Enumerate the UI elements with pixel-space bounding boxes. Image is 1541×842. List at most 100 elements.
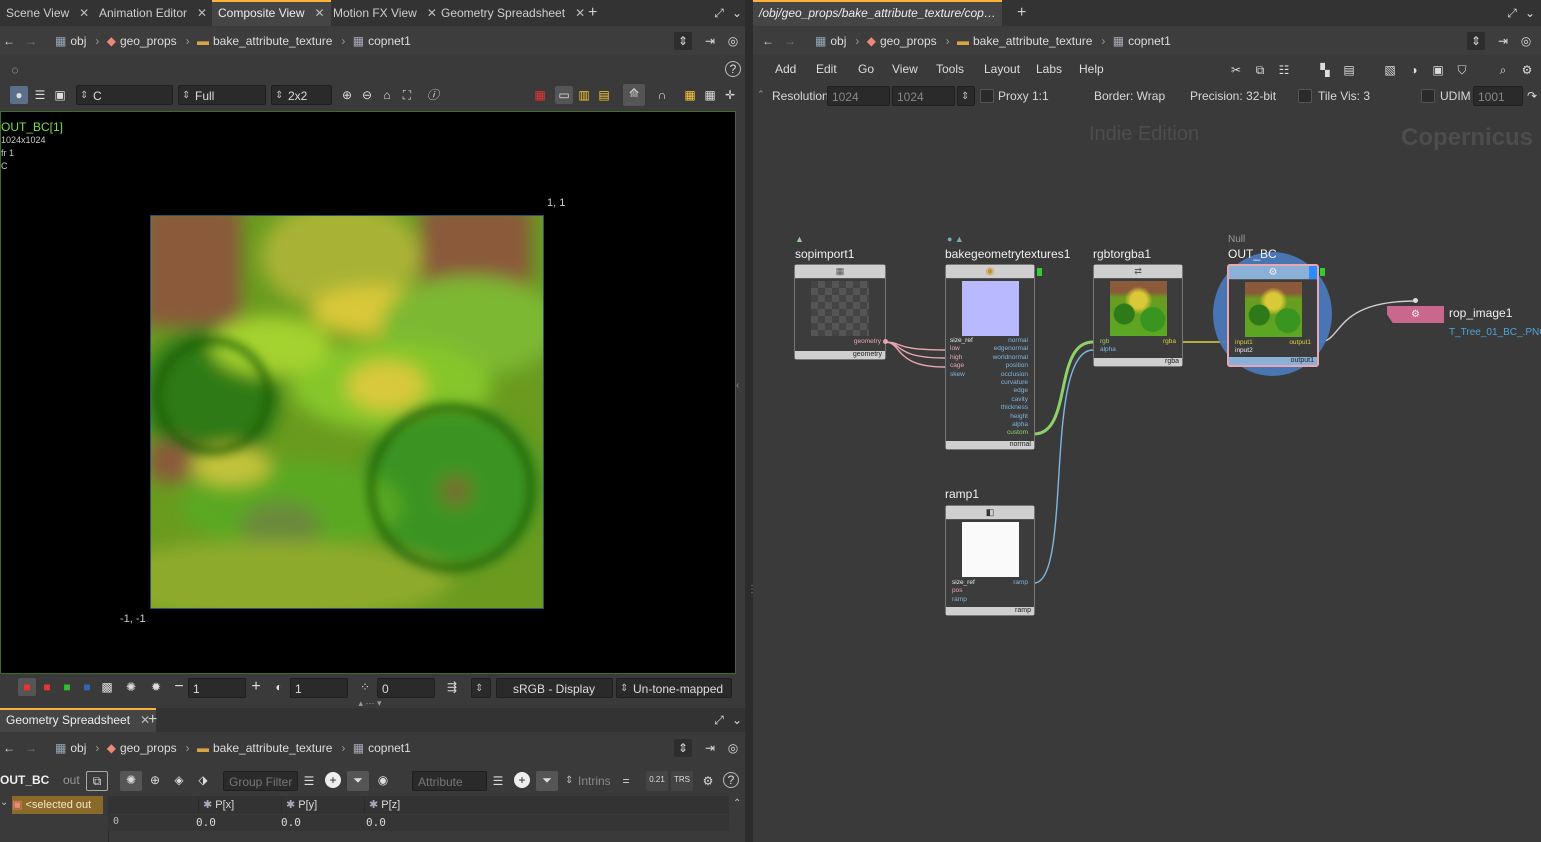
back-icon[interactable]: ← [759,32,777,50]
paint-icon[interactable]: ⛉ [1453,61,1471,79]
breadcrumb-bake[interactable]: bake_attribute_texture [973,34,1092,48]
green-channel-icon[interactable]: ■ [58,678,76,696]
brightness-icon[interactable]: ✹ [147,678,165,696]
options-icon[interactable]: ☰ [31,86,49,104]
tonemap-select[interactable]: ⇕ Un-tone-mapped [616,678,732,698]
menu-tools[interactable]: Tools [936,62,964,76]
menu-go[interactable]: Go [858,62,874,76]
close-icon[interactable]: ✕ [79,6,89,20]
breadcrumb-geo[interactable]: geo_props [120,34,177,48]
red-channel-icon[interactable]: ■ [38,678,56,696]
breadcrumb-bake[interactable]: bake_attribute_texture [213,34,332,48]
lut-icon[interactable]: ⇶ [443,678,461,696]
pin-icon[interactable]: ⇥ [701,32,719,50]
colorspace-select[interactable]: sRGB - Display [496,678,613,698]
column-header-py[interactable]: ✱ P[y] [281,797,361,813]
grid-guide-icon[interactable]: ▦ [681,86,699,104]
snapshot-icon[interactable]: ⟰ [623,84,645,106]
help-icon[interactable]: ? [723,772,739,788]
column-header-pz[interactable]: ✱ P[z] [364,797,444,813]
back-icon[interactable]: ← [0,32,18,50]
attribute-list-icon[interactable]: ☰ [489,772,507,790]
resolution-menu[interactable]: ⇕ [957,86,975,106]
menu-view[interactable]: View [892,62,918,76]
exposure-field[interactable]: 1 [188,678,246,698]
close-icon[interactable]: ✕ [314,6,324,20]
tilevis-checkbox[interactable] [1298,89,1312,103]
node-bakegeometrytextures1[interactable]: ◉ size_ref low high cage skew normal edg… [945,264,1035,450]
tab-scene-view[interactable]: Scene View ✕ [0,0,95,26]
link-icon[interactable]: ◎ [724,32,742,50]
zoom-out-icon[interactable]: ⊖ [358,86,376,104]
view-split-icon[interactable]: ▥ [575,86,593,104]
frame-icon[interactable]: ⛶ [398,86,416,104]
resolution-y-field[interactable]: 1024 [892,86,955,106]
selected-out-item[interactable]: ▣ <selected out [12,796,103,814]
channel-select[interactable]: ⇕ C [76,85,173,105]
equals-icon[interactable]: = [617,772,635,790]
gamma-icon[interactable]: ◐ [270,678,288,696]
histogram-icon[interactable]: ▣ [51,86,69,104]
crosshair-icon[interactable]: ✛ [721,86,739,104]
colorspace-dropdown-arrow[interactable]: ⇕ [471,678,491,698]
add-tab-button[interactable]: + [1011,0,1032,26]
intrinsic-select[interactable]: ⇕ Intrins [562,771,614,791]
back-icon[interactable]: ← [0,739,18,757]
list-view-icon[interactable]: ☷ [1275,61,1293,79]
group-filter-input[interactable]: Group Filter [223,771,298,791]
zoom-in-icon[interactable]: ⊕ [338,86,356,104]
bypass-flag[interactable] [1320,268,1325,276]
maximize-icon[interactable]: ⤢ [710,711,728,729]
menu-layout[interactable]: Layout [984,62,1020,76]
network-icon[interactable]: ⧉ [1251,61,1269,79]
udim-field[interactable]: 1001 [1473,86,1523,106]
search-icon[interactable]: ⌕ [1494,61,1512,79]
close-icon[interactable]: ✕ [197,6,207,20]
blue-channel-icon[interactable]: ■ [78,678,96,696]
rgb-channel-icon[interactable]: ■ [18,678,36,696]
breadcrumb-bake[interactable]: bake_attribute_texture [213,741,332,755]
pin-icon[interactable]: ⇥ [1494,32,1512,50]
breadcrumb-geo[interactable]: geo_props [880,34,937,48]
offset-icon[interactable]: ⁘ [356,678,374,696]
tab-motion-fx-view[interactable]: Motion FX View ✕ [327,0,443,26]
attribute-filter-icon[interactable]: ⏷ [536,771,558,791]
node-link-icon[interactable]: ⧉ [86,771,108,791]
breadcrumb-obj[interactable]: obj [70,34,86,48]
tab-composite-view[interactable]: Composite View ✕ [212,0,331,26]
proxy-checkbox[interactable] [980,89,994,103]
pin-icon[interactable]: ⇥ [701,739,719,757]
view-quad-icon[interactable]: ▤ [595,86,613,104]
help-icon[interactable]: ? [725,61,741,77]
points-icon[interactable]: ✺ [120,771,142,791]
node-ramp1[interactable]: ◧ size_ref pos ramp ramp ramp [945,505,1035,616]
breadcrumb-cop[interactable]: copnet1 [368,741,411,755]
plus-icon[interactable]: + [247,678,265,696]
magnet-icon[interactable]: ∩ [653,86,671,104]
checker-icon[interactable]: ▦ [531,86,549,104]
pane-divider[interactable] [745,0,753,842]
view-single-icon[interactable]: ▭ [555,86,573,104]
camera-icon[interactable]: ◌ [6,61,24,79]
resolution-x-field[interactable]: 1024 [827,86,890,106]
image-icon[interactable]: ▧ [1381,61,1399,79]
node-rgbtorgba1[interactable]: ⇄ rgb alpha rgba rgba [1093,264,1183,367]
pane-split-handle[interactable]: ▴ ⋯ ▾ [340,699,400,708]
add-attribute-icon[interactable]: + [514,772,530,788]
tools-icon[interactable]: ✂ [1227,61,1245,79]
tab-network-path[interactable]: /obj/geo_props/bake_attribute_texture/co… [753,0,1002,26]
exposure-icon[interactable]: ✺ [122,678,140,696]
gear-icon[interactable]: ⚙ [699,772,717,790]
offset-field[interactable]: 0 [377,678,435,698]
vertices-icon[interactable]: ⊕ [144,771,166,791]
maximize-icon[interactable]: ⤢ [710,4,728,22]
quality-select[interactable]: ⇕ Full [178,85,266,105]
bypass-flag[interactable] [1037,268,1042,276]
tree-expand-icon[interactable]: ⌄ [0,797,8,808]
info-icon[interactable]: ⓘ [424,86,442,104]
filter-icon[interactable]: ⏷ [347,771,369,791]
breadcrumb-obj[interactable]: obj [830,34,846,48]
collapse-up-icon[interactable]: ⌃ [757,89,765,100]
settings-icon[interactable]: ⚙ [1518,61,1536,79]
alpha-channel-icon[interactable]: ▩ [98,678,116,696]
